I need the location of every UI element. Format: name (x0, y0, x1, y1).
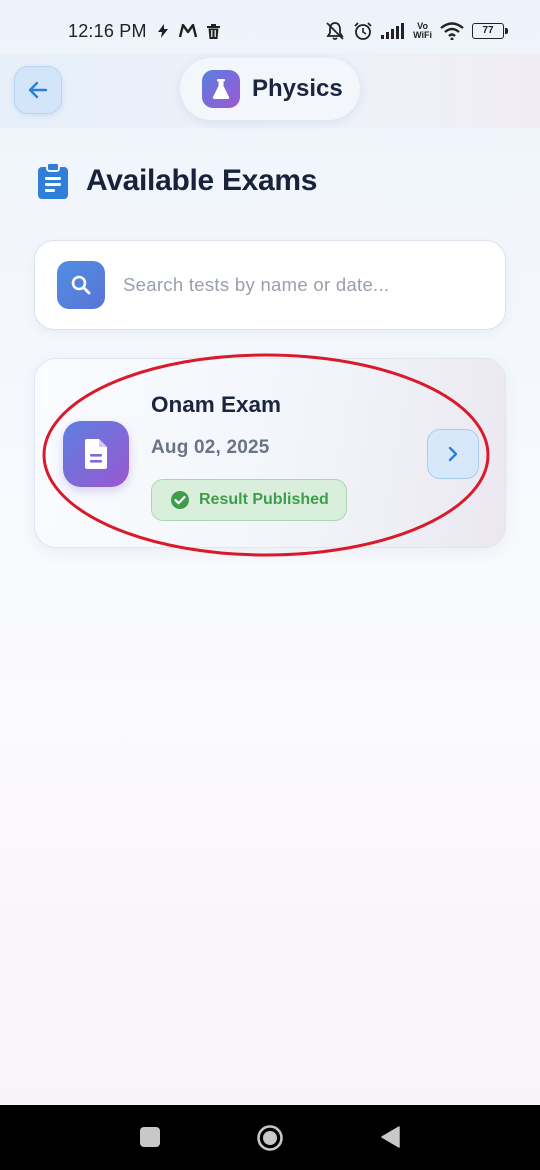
square-icon (139, 1126, 161, 1148)
search-bar[interactable] (34, 240, 506, 330)
section-title: Available Exams (86, 164, 318, 197)
triangle-back-icon (379, 1125, 401, 1149)
app-header: Physics (0, 54, 540, 128)
flask-icon (202, 70, 240, 108)
status-left: 12:16 PM (68, 21, 220, 42)
status-badge: Result Published (151, 479, 347, 521)
subject-title-pill: Physics (180, 58, 360, 120)
signal-icon (381, 23, 405, 39)
status-time: 12:16 PM (68, 20, 147, 41)
status-right: Vo WiFi 77 (325, 21, 508, 41)
recents-button[interactable] (136, 1123, 164, 1151)
status-text: Result Published (199, 491, 329, 508)
vowifi-indicator: Vo WiFi (413, 22, 432, 40)
system-nav-bar (0, 1105, 540, 1170)
app-m-notification-icon (178, 24, 197, 38)
exam-date: Aug 02, 2025 (151, 437, 270, 458)
back-button[interactable] (14, 66, 62, 114)
exam-card[interactable]: Onam Exam Aug 02, 2025 Result Published (34, 358, 506, 548)
search-input[interactable] (123, 274, 493, 296)
back-nav-button[interactable] (376, 1123, 404, 1151)
flash-notification-icon (157, 24, 169, 38)
battery-indicator: 77 (472, 23, 508, 39)
vowifi-bottom: WiFi (413, 30, 432, 40)
chevron-right-icon (446, 446, 460, 462)
status-bar: 12:16 PM Vo WiFi 77 (0, 0, 540, 62)
search-icon[interactable] (57, 261, 105, 309)
document-icon (63, 421, 129, 487)
wifi-icon (440, 22, 464, 40)
circle-icon (256, 1124, 284, 1152)
trash-notification-icon (206, 23, 220, 39)
page-title: Physics (252, 75, 343, 102)
section-heading: Available Exams (36, 162, 318, 200)
bell-muted-icon (325, 21, 345, 41)
arrow-left-icon (26, 78, 50, 102)
exam-name: Onam Exam (151, 392, 282, 417)
clipboard-icon (36, 162, 70, 200)
alarm-icon (353, 21, 373, 41)
open-exam-button[interactable] (427, 429, 479, 479)
home-button[interactable] (255, 1123, 285, 1153)
check-circle-icon (170, 490, 190, 510)
